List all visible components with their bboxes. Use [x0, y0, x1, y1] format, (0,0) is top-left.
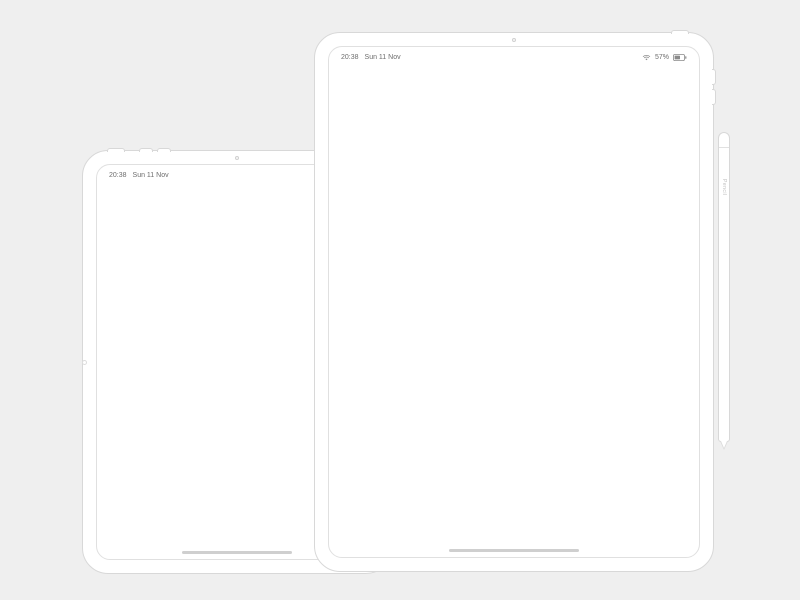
pencil-label: Pencil	[721, 179, 727, 196]
front-camera-icon	[512, 38, 516, 42]
pencil-cap-divider	[719, 147, 729, 148]
status-right: 57%	[642, 54, 687, 61]
tablet-front-frame: 20:38 Sun 11 Nov 57%	[314, 32, 714, 572]
volume-down-button	[157, 148, 171, 152]
status-time: 20:38	[341, 54, 359, 61]
status-bar: 20:38 Sun 11 Nov 57%	[329, 47, 699, 63]
battery-icon	[673, 54, 687, 61]
mockup-stage: 20:38 Sun 11 Nov 20:38 Sun 11 Nov	[0, 0, 800, 600]
volume-up-button	[712, 69, 716, 85]
battery-percent: 57%	[655, 54, 669, 61]
side-connector-icon	[82, 360, 87, 365]
stylus-pencil: Pencil	[718, 132, 730, 442]
status-date: Sun 11 Nov	[365, 54, 401, 61]
status-time: 20:38	[109, 172, 127, 179]
power-button	[671, 30, 689, 34]
status-left: 20:38 Sun 11 Nov	[341, 54, 401, 61]
status-left: 20:38 Sun 11 Nov	[109, 172, 169, 179]
volume-up-button	[139, 148, 153, 152]
wifi-icon	[642, 54, 651, 61]
tablet-front-screen: 20:38 Sun 11 Nov 57%	[328, 46, 700, 558]
front-camera-icon	[235, 156, 239, 160]
home-indicator	[449, 549, 579, 552]
power-button	[107, 148, 125, 152]
status-date: Sun 11 Nov	[133, 172, 169, 179]
home-indicator	[182, 551, 292, 554]
volume-down-button	[712, 89, 716, 105]
pencil-tip-icon	[720, 441, 728, 450]
